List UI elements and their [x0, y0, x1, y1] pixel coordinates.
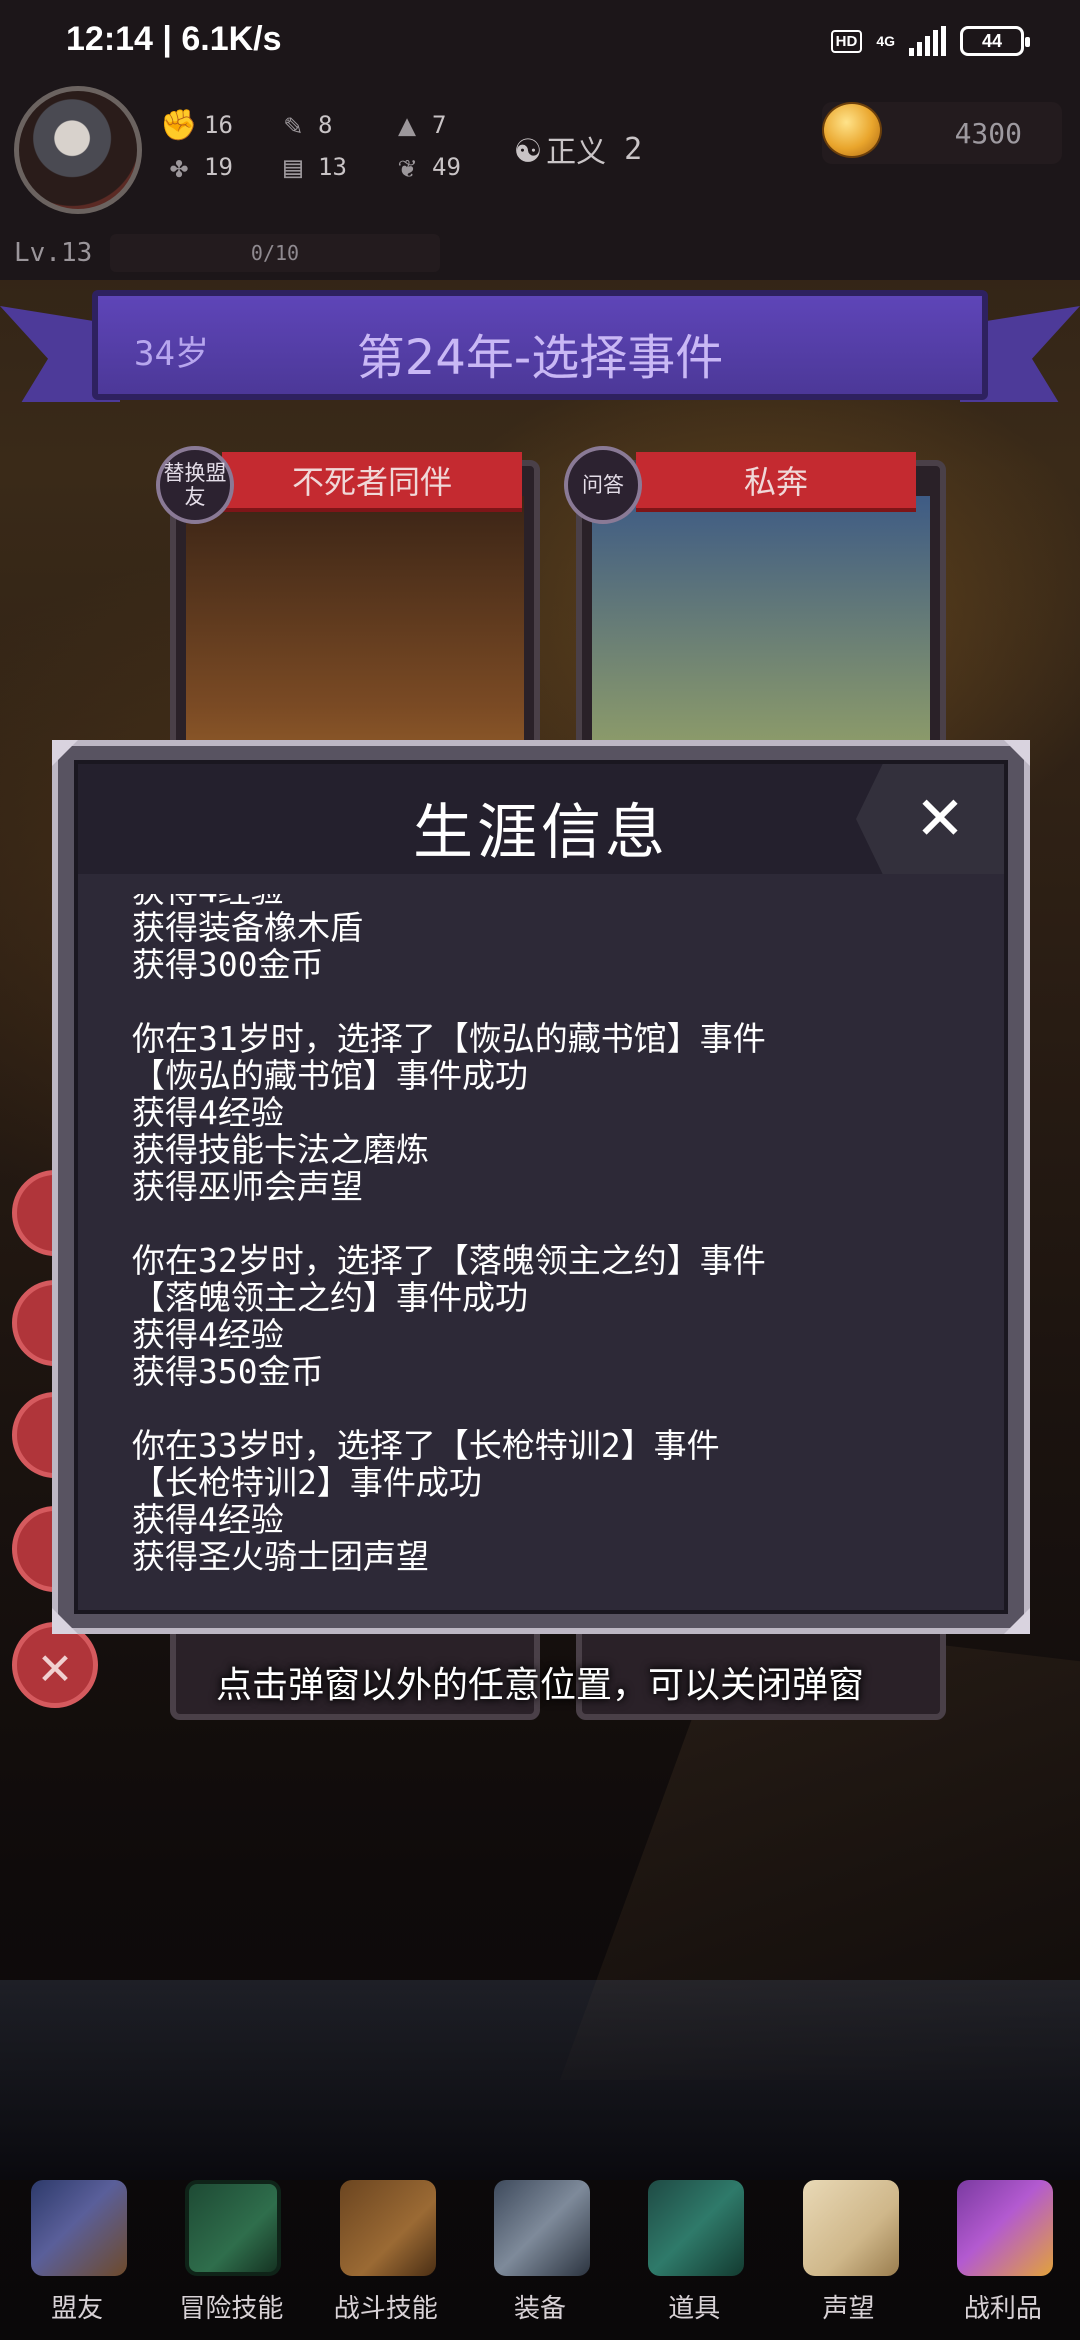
stat-knowledge: ▤ 13	[274, 149, 347, 185]
hd-voice-icon: HD	[830, 29, 863, 53]
parchment-icon	[802, 2180, 899, 2276]
log-line: 获得4经验	[132, 894, 766, 909]
network-type: 4G	[876, 33, 895, 49]
handshake-icon	[31, 2180, 128, 2276]
career-info-dialog: 生涯信息 ✕ 获得4经验 获得装备橡木盾 获得300金币 你在31岁时，选择了【…	[52, 740, 1030, 1634]
bottom-navigation: 盟友 冒险技能 战斗技能 装备 道具 声望 战利品	[0, 2170, 1080, 2340]
career-log-content: 获得4经验 获得装备橡木盾 获得300金币 你在31岁时，选择了【恢弘的藏书馆】…	[132, 894, 766, 1575]
nav-loot[interactable]: 战利品	[933, 2170, 1073, 2340]
nav-label: 盟友	[51, 2294, 104, 2324]
status-time: 12:14 | 6.1K/s	[66, 20, 282, 58]
alignment-display: ☯ 正义 2	[516, 126, 642, 172]
log-line: 【恢弘的藏书馆】事件成功	[132, 1056, 528, 1095]
avatar[interactable]	[14, 86, 142, 214]
log-line: 获得圣火骑士团声望	[132, 1537, 429, 1576]
status-indicators: HD 4G 44	[830, 26, 1030, 56]
gold-coin-icon	[822, 102, 882, 158]
banner-title: 第24年-选择事件	[356, 330, 724, 386]
log-line: 获得300金币	[132, 945, 324, 984]
close-button[interactable]: ✕	[856, 764, 1004, 874]
stat-value: 13	[318, 153, 347, 181]
nav-reputation[interactable]: 声望	[779, 2170, 919, 2340]
event-card-badge[interactable]: 问答	[564, 446, 642, 524]
dialog-header: 生涯信息 ✕	[78, 764, 1004, 874]
yin-yang-icon: ☯	[516, 126, 541, 172]
status-bar: 12:14 | 6.1K/s HD 4G 44	[0, 0, 1080, 86]
player-level: Lv.13	[14, 238, 93, 268]
dialog-body: 生涯信息 ✕ 获得4经验 获得装备橡木盾 获得300金币 你在31岁时，选择了【…	[74, 760, 1008, 1614]
stat-intelligence: ✎ 8	[274, 107, 333, 143]
log-line: 获得装备橡木盾	[132, 908, 363, 947]
xp-progress-bar: 0/10	[110, 234, 440, 272]
log-line: 【长枪特训2】事件成功	[132, 1463, 482, 1502]
nav-adventure-skills[interactable]: 冒险技能	[161, 2170, 301, 2340]
close-icon: ✕	[914, 784, 966, 854]
log-line: 获得4经验	[132, 1093, 284, 1132]
stat-value: 49	[432, 153, 461, 181]
dismiss-hint: 点击弹窗以外的任意位置，可以关闭弹窗	[215, 1665, 864, 1706]
nav-label: 装备	[513, 2294, 566, 2324]
backpack-icon	[339, 2180, 436, 2276]
alignment-label: 正义	[546, 135, 607, 170]
log-line: 获得巫师会声望	[132, 1167, 363, 1206]
log-line: 获得4经验	[132, 1315, 284, 1354]
treasure-chest-icon	[956, 2180, 1053, 2276]
sea-background	[0, 1980, 1080, 2180]
log-line: 获得技能卡法之磨炼	[132, 1130, 429, 1169]
stat-magic: ▲ 7	[388, 107, 447, 143]
nav-items[interactable]: 道具	[624, 2170, 764, 2340]
year-banner: 34岁 第24年-选择事件	[92, 290, 988, 400]
stat-value: 7	[432, 111, 447, 139]
lotus-icon: ❦	[397, 149, 417, 185]
book-quill-icon: ✎	[283, 107, 303, 143]
log-line: 【落魄领主之约】事件成功	[132, 1278, 528, 1317]
xp-text: 0/10	[250, 241, 300, 265]
nav-allies[interactable]: 盟友	[7, 2170, 147, 2340]
scroll-icon: ▤	[283, 149, 303, 185]
stat-spirit: ❦ 49	[388, 149, 461, 185]
crossed-swords-icon	[493, 2180, 590, 2276]
event-card-title: 不死者同伴	[222, 452, 522, 512]
nav-label: 道具	[668, 2294, 721, 2324]
nav-label: 声望	[822, 2294, 875, 2324]
fist-icon: ✊	[160, 107, 198, 143]
career-log[interactable]: 获得4经验 获得装备橡木盾 获得300金币 你在31岁时，选择了【恢弘的藏书馆】…	[98, 894, 988, 1600]
log-line: 你在31岁时，选择了【恢弘的藏书馆】事件	[132, 1019, 766, 1058]
stat-luck: ✤ 19	[160, 149, 233, 185]
log-line: 你在32岁时，选择了【落魄领主之约】事件	[132, 1241, 766, 1280]
nav-equipment[interactable]: 装备	[470, 2170, 610, 2340]
log-line: 获得350金币	[132, 1352, 324, 1391]
stat-strength: ✊ 16	[160, 107, 233, 143]
player-header: ✊ 16 ✎ 8 ▲ 7 ✤ 19 ▤ 13 ❦ 49 ☯ 正义 2 4300 …	[0, 86, 1080, 280]
battery-icon: 44	[960, 26, 1030, 56]
clover-icon: ✤	[169, 149, 189, 185]
nav-battle-skills[interactable]: 战斗技能	[316, 2170, 456, 2340]
wizard-hat-icon: ▲	[397, 107, 417, 143]
spellbook-icon	[185, 2180, 282, 2276]
stat-value: 16	[204, 111, 233, 139]
signal-icon	[909, 26, 946, 56]
satchel-icon	[648, 2180, 745, 2276]
nav-label: 战利品	[963, 2294, 1042, 2324]
alignment-value: 2	[624, 131, 643, 167]
gold-value: 4300	[954, 116, 1022, 150]
event-card-title: 私奔	[636, 452, 916, 512]
log-line: 获得4经验	[132, 1500, 284, 1539]
stat-value: 8	[318, 111, 333, 139]
nav-label: 战斗技能	[333, 2294, 438, 2324]
event-card-badge[interactable]: 替换盟友	[156, 446, 234, 524]
log-line: 你在33岁时，选择了【长枪特训2】事件	[132, 1426, 720, 1465]
stat-value: 19	[204, 153, 233, 181]
nav-label: 冒险技能	[179, 2294, 284, 2324]
